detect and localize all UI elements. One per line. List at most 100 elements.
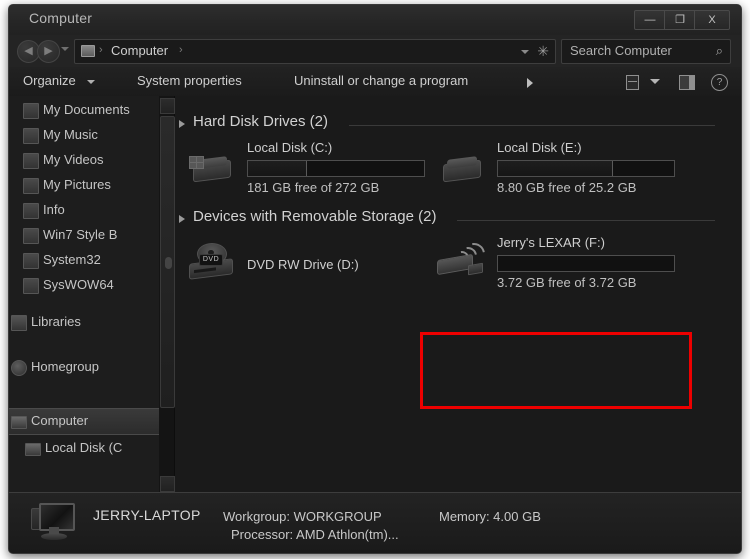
computer-icon [81,45,95,57]
drive-tile[interactable]: DVD DVD RW Drive (D:) [185,235,435,297]
minimize-button[interactable]: — [634,10,666,30]
dvd-drive-icon: DVD [189,243,235,280]
uninstall-or-change-program-button[interactable]: Uninstall or change a program [294,73,468,88]
folder-icon [23,128,39,144]
system-hard-drive-icon [189,154,233,183]
group-divider [457,220,715,221]
sidebar-item-my-pictures[interactable]: My Pictures [9,173,159,198]
sidebar-item-my-documents[interactable]: My Documents [9,98,159,123]
sidebar-item-libraries[interactable]: Libraries [9,310,159,335]
sidebar-item-my-videos[interactable]: My Videos [9,148,159,173]
library-icon [11,315,27,331]
group-title: Hard Disk Drives (2) [193,113,329,130]
scroll-up-icon[interactable] [160,98,175,114]
capacity-bar [247,160,425,177]
sidebar-item-my-music[interactable]: My Music [9,123,159,148]
file-list-pane: Hard Disk Drives (2) Local Disk (C:) 181 G… [175,96,741,492]
processor-label: Processor: AMD Athlon(tm)... [231,527,399,542]
preview-pane-icon[interactable] [679,75,695,90]
address-chevron-down-icon[interactable] [521,50,529,54]
scrollbar-grip-icon [165,257,172,269]
sidebar-item-syswow64[interactable]: SysWOW64 [9,273,159,298]
sidebar-item-label: Computer [31,413,89,428]
sidebar-item-label: My Documents [43,102,130,117]
title-bar: Computer — ❐ X [9,5,741,35]
drive-tile[interactable]: Jerry's LEXAR (F:) 3.72 GB free of 3.72 G… [435,235,685,297]
sidebar-item-label: Libraries [31,314,81,329]
sidebar-item-local-disk-c[interactable]: Local Disk (C [9,436,159,461]
breadcrumb-computer[interactable]: Computer [111,43,168,58]
sidebar-item-label: Win7 Style B [43,227,118,242]
drive-tile[interactable]: Local Disk (C:) 181 GB free of 272 GB [185,140,435,202]
group-header[interactable]: Hard Disk Drives (2) [175,113,735,136]
folder-icon [23,153,39,169]
hard-drive-icon [439,154,483,183]
folder-icon [23,203,39,219]
refresh-icon[interactable]: ✳ [537,43,549,60]
organize-chevron-down-icon[interactable] [87,80,95,84]
sidebar-item-win7-style-b[interactable]: Win7 Style B [9,223,159,248]
capacity-bar [497,160,675,177]
search-icon: ⌕ [715,43,723,58]
sidebar-item-label: SysWOW64 [43,277,114,292]
dvd-label: DVD [199,254,223,266]
drive-tile[interactable]: Local Disk (E:) 8.80 GB free of 25.2 GB [435,140,685,202]
explorer-window: Computer — ❐ X ◀ ▶ › Computer › ✳ Search… [8,4,742,554]
change-view-icon[interactable] [626,75,639,90]
system-properties-button[interactable]: System properties [137,73,242,88]
details-pane: JERRY-LAPTOP Workgroup: WORKGROUP Memory… [9,492,741,553]
sidebar-item-system32[interactable]: System32 [9,248,159,273]
workgroup-label: Workgroup: WORKGROUP [223,509,382,524]
recent-locations-chevron-down-icon[interactable] [61,47,69,51]
drive-free-space: 181 GB free of 272 GB [247,180,380,195]
group-collapse-chevron-right-icon[interactable] [179,120,185,128]
address-input[interactable]: › Computer › ✳ [74,39,556,64]
address-bar-row: ◀ ▶ › Computer › ✳ Search Computer ⌕ [9,35,741,67]
drive-name: Local Disk (C:) [247,140,333,155]
close-button[interactable]: X [694,10,730,30]
organize-button[interactable]: Organize [23,73,76,88]
folder-icon [23,253,39,269]
computer-icon [11,416,27,429]
group-collapse-chevron-right-icon[interactable] [179,215,185,223]
drive-name: Local Disk (E:) [497,140,582,155]
sidebar-item-homegroup[interactable]: Homegroup [9,355,159,380]
breadcrumb-separator-icon[interactable]: › [179,44,183,56]
group-header[interactable]: Devices with Removable Storage (2) [175,208,735,231]
forward-icon[interactable]: ▶ [37,40,60,63]
group-title: Devices with Removable Storage (2) [193,208,437,225]
window-body: My Documents My Music My Videos My Pictures… [9,96,741,492]
usb-flash-drive-icon [435,238,491,279]
sidebar-item-label: Local Disk (C [45,440,123,455]
folder-icon [23,228,39,244]
capacity-bar-fill [498,161,614,176]
sidebar-item-label: My Videos [43,152,104,167]
scrollbar-thumb[interactable] [160,116,175,408]
sidebar-item-info[interactable]: Info [9,198,159,223]
drive-free-space: 8.80 GB free of 25.2 GB [497,180,637,195]
search-input[interactable]: Search Computer ⌕ [561,39,731,64]
more-options-chevron-right-icon[interactable] [527,78,533,88]
help-icon[interactable]: ? [711,74,728,91]
window-title: Computer [29,10,93,26]
homegroup-icon [11,360,27,376]
computer-monitor-icon [31,503,75,543]
maximize-button[interactable]: ❐ [664,10,696,30]
folder-icon [23,103,39,119]
navigation-scrollbar[interactable] [159,96,175,492]
scroll-down-icon[interactable] [160,476,175,492]
toolbar: Organize System properties Uninstall or … [9,67,741,97]
sidebar-item-label: Homegroup [31,359,99,374]
navigation-pane: My Documents My Music My Videos My Pictures… [9,96,160,492]
search-placeholder: Search Computer [570,43,672,58]
computer-name: JERRY-LAPTOP [93,507,201,523]
view-chevron-down-icon[interactable] [650,79,660,84]
sidebar-item-label: Info [43,202,65,217]
folder-icon [23,278,39,294]
sidebar-item-label: My Music [43,127,98,142]
sidebar-item-label: My Pictures [43,177,111,192]
sidebar-item-label: System32 [43,252,101,267]
drive-name: Jerry's LEXAR (F:) [497,235,605,250]
drive-name: DVD RW Drive (D:) [247,257,359,272]
sidebar-item-computer[interactable]: Computer [9,408,159,435]
